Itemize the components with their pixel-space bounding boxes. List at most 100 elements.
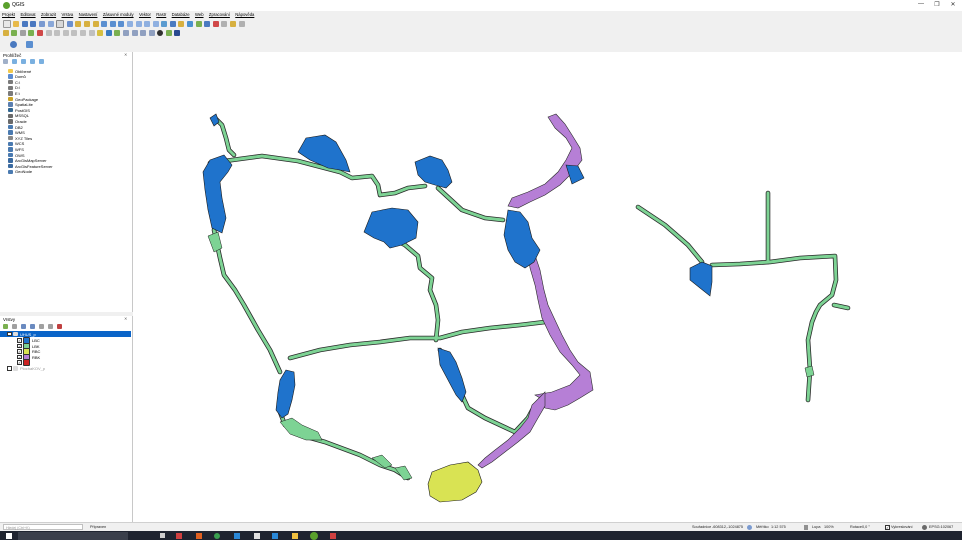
menu-project[interactable]: Projekt bbox=[0, 11, 17, 18]
add-selected-icon[interactable] bbox=[3, 59, 8, 64]
new-layout-icon[interactable] bbox=[38, 20, 45, 27]
field-calculator-icon[interactable] bbox=[195, 20, 202, 27]
coordinate-value[interactable]: -608312,-1024875 bbox=[712, 525, 743, 529]
measure-icon[interactable] bbox=[221, 20, 228, 27]
zoom-full-icon[interactable] bbox=[101, 20, 108, 27]
filter-legend-icon[interactable] bbox=[30, 324, 35, 329]
crs-icon[interactable] bbox=[922, 525, 927, 530]
identify-icon[interactable] bbox=[169, 20, 176, 27]
panel-close-icon[interactable]: ✕ bbox=[124, 316, 127, 321]
globe-icon[interactable] bbox=[157, 29, 164, 36]
tips-icon[interactable] bbox=[238, 20, 245, 27]
add-group-icon[interactable] bbox=[12, 324, 17, 329]
properties-icon[interactable] bbox=[39, 59, 44, 64]
map-svg[interactable] bbox=[133, 52, 962, 522]
redo-icon[interactable] bbox=[88, 29, 95, 36]
attribute-table-icon[interactable] bbox=[187, 20, 194, 27]
add-feature-icon[interactable] bbox=[28, 29, 35, 36]
layout-manager-icon[interactable] bbox=[47, 20, 54, 27]
taskbar-app-icon[interactable] bbox=[214, 533, 220, 539]
filter-icon[interactable] bbox=[21, 59, 26, 64]
taskbar-app-icon[interactable] bbox=[330, 533, 336, 539]
zoom-last-icon[interactable] bbox=[135, 20, 142, 27]
label-move-icon[interactable] bbox=[122, 29, 129, 36]
qgis-taskbar-icon[interactable] bbox=[310, 532, 318, 540]
delete-selected-icon[interactable] bbox=[45, 29, 52, 36]
select-icon[interactable] bbox=[178, 20, 185, 27]
taskbar-search[interactable] bbox=[18, 532, 128, 540]
layer-plocha-kov[interactable]: PlochaKOV_p bbox=[7, 366, 45, 372]
taskbar-app-icon[interactable] bbox=[176, 533, 182, 539]
menu-view[interactable]: Zobrazit bbox=[39, 11, 58, 18]
crs-value[interactable]: EPSG:102067 bbox=[929, 525, 953, 529]
browser-item[interactable]: GeoNode bbox=[8, 169, 32, 175]
annotation-icon[interactable] bbox=[230, 20, 237, 27]
expand-all-icon[interactable] bbox=[39, 324, 44, 329]
pan-icon[interactable] bbox=[56, 19, 65, 28]
refresh-icon[interactable] bbox=[161, 20, 168, 27]
menu-edit[interactable]: Editovat bbox=[18, 11, 37, 18]
open-project-icon[interactable] bbox=[13, 20, 20, 27]
menu-help[interactable]: Nápověda bbox=[233, 11, 256, 18]
collapse-all-icon[interactable] bbox=[30, 59, 35, 64]
taskbar-app-icon[interactable] bbox=[292, 533, 298, 539]
panel-close-icon[interactable]: ✕ bbox=[124, 52, 127, 57]
magnifier-value[interactable]: 100% bbox=[824, 525, 834, 529]
statistics-icon[interactable] bbox=[204, 20, 211, 27]
task-view-icon[interactable] bbox=[160, 533, 165, 538]
locator-search-input[interactable]: Hledej (Ctrl+K) bbox=[3, 524, 83, 530]
menu-processing[interactable]: Zpracování bbox=[207, 11, 232, 18]
add-layer-icon[interactable] bbox=[26, 40, 33, 48]
cut-features-icon[interactable] bbox=[54, 29, 61, 36]
zoom-next-icon[interactable] bbox=[144, 20, 151, 27]
menu-plugins[interactable]: Zásuvné moduly bbox=[101, 11, 136, 18]
zoom-in-icon[interactable] bbox=[75, 20, 82, 27]
map-canvas[interactable] bbox=[133, 52, 962, 522]
maximize-button[interactable]: ❐ bbox=[930, 1, 944, 10]
lock-icon[interactable] bbox=[804, 525, 808, 530]
toggle-editing-icon[interactable] bbox=[11, 29, 18, 36]
vertex-tool-icon[interactable] bbox=[36, 29, 43, 36]
menu-database[interactable]: Databáze bbox=[170, 11, 192, 18]
diagram-icon[interactable] bbox=[148, 29, 155, 36]
menu-settings[interactable]: Nastavení bbox=[77, 11, 100, 18]
taskbar-app-icon[interactable] bbox=[196, 533, 202, 539]
rotation-value[interactable]: 0,0 ° bbox=[862, 525, 870, 529]
pan-to-selection-icon[interactable] bbox=[66, 20, 73, 27]
zoom-selection-icon[interactable] bbox=[109, 20, 116, 27]
layer-uhus-p[interactable]: UHUS_p bbox=[0, 331, 131, 337]
zoom-native-icon[interactable] bbox=[126, 20, 133, 27]
undo-icon[interactable] bbox=[79, 29, 86, 36]
class-checkbox[interactable]: ✓ bbox=[17, 360, 22, 365]
zoom-layer-icon[interactable] bbox=[118, 20, 125, 27]
taskbar-app-icon[interactable] bbox=[234, 533, 240, 539]
zoom-out-icon[interactable] bbox=[83, 20, 90, 27]
windows-start-icon[interactable] bbox=[6, 533, 12, 539]
menu-raster[interactable]: Rastr bbox=[154, 11, 168, 18]
render-checkbox[interactable]: ✓ bbox=[885, 525, 890, 530]
layer-visibility-checkbox[interactable] bbox=[7, 366, 12, 371]
close-button[interactable]: ✕ bbox=[946, 1, 960, 10]
label-show-icon[interactable] bbox=[114, 29, 121, 36]
remove-layer-icon[interactable] bbox=[57, 324, 62, 329]
python-console-icon[interactable] bbox=[174, 29, 181, 36]
new-project-icon[interactable] bbox=[2, 19, 11, 28]
edits-icon[interactable] bbox=[2, 29, 9, 36]
save-project-icon[interactable] bbox=[21, 20, 28, 27]
sum-icon[interactable] bbox=[212, 20, 219, 27]
zoom-rubberband-icon[interactable] bbox=[92, 20, 99, 27]
style-icon[interactable] bbox=[3, 324, 8, 329]
minimize-button[interactable]: — bbox=[914, 1, 928, 10]
taskbar-app-icon[interactable] bbox=[254, 533, 260, 539]
paste-features-icon[interactable] bbox=[71, 29, 78, 36]
taskbar-app-icon[interactable] bbox=[272, 533, 278, 539]
save-edits-icon[interactable] bbox=[19, 29, 26, 36]
refresh-browser-icon[interactable] bbox=[12, 59, 17, 64]
toggle-extents-icon[interactable] bbox=[747, 525, 752, 530]
save-as-icon[interactable] bbox=[30, 20, 37, 27]
collapse-all-icon[interactable] bbox=[48, 324, 53, 329]
visibility-icon[interactable] bbox=[21, 324, 26, 329]
scale-value[interactable]: 1:12 575 bbox=[771, 525, 786, 529]
menu-layer[interactable]: Vrstva bbox=[60, 11, 76, 18]
layer-visibility-checkbox[interactable] bbox=[7, 331, 12, 337]
